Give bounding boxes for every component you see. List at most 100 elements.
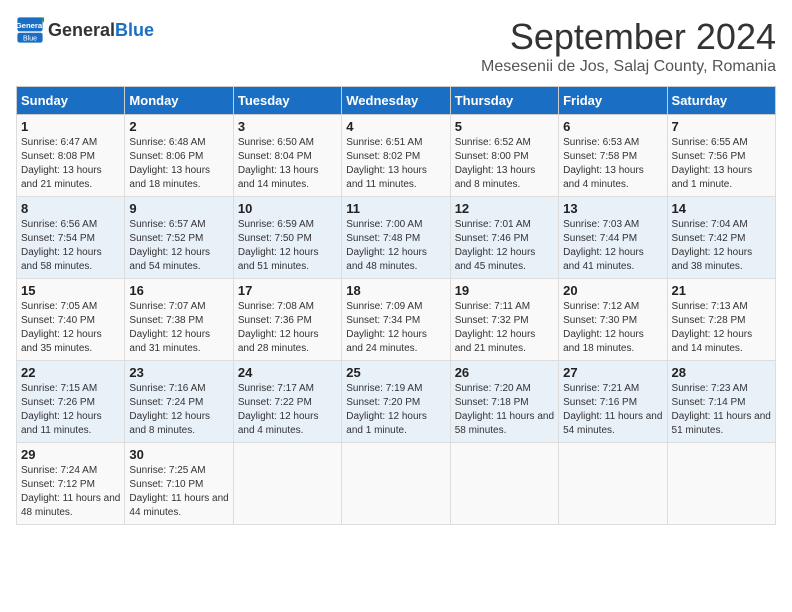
calendar-cell: 4 Sunrise: 6:51 AMSunset: 8:02 PMDaylight… — [342, 115, 450, 197]
day-details: Sunrise: 6:59 AMSunset: 7:50 PMDaylight:… — [238, 218, 337, 274]
day-number: 24 — [238, 365, 337, 380]
day-details: Sunrise: 7:09 AMSunset: 7:34 PMDaylight:… — [346, 300, 445, 356]
calendar-cell: 5 Sunrise: 6:52 AMSunset: 8:00 PMDaylight… — [450, 115, 558, 197]
calendar-cell: 3 Sunrise: 6:50 AMSunset: 8:04 PMDaylight… — [233, 115, 341, 197]
day-details: Sunrise: 7:00 AMSunset: 7:48 PMDaylight:… — [346, 218, 445, 274]
calendar-cell: 14Sunrise: 7:04 AMSunset: 7:42 PMDayligh… — [667, 197, 775, 279]
day-number: 13 — [563, 201, 662, 216]
weekday-header-saturday: Saturday — [667, 87, 775, 115]
day-number: 4 — [346, 119, 445, 134]
calendar-cell: 24 Sunrise: 7:17 AMSunset: 7:22 PMDayligh… — [233, 361, 341, 443]
day-number: 12 — [455, 201, 554, 216]
weekday-header-row: SundayMondayTuesdayWednesdayThursdayFrid… — [17, 87, 776, 115]
day-number: 15 — [21, 283, 120, 298]
day-details: Sunrise: 7:08 AMSunset: 7:36 PMDaylight:… — [238, 300, 337, 356]
day-number: 7 — [672, 119, 771, 134]
day-details: Sunrise: 6:57 AMSunset: 7:52 PMDaylight:… — [129, 218, 228, 274]
day-number: 16 — [129, 283, 228, 298]
day-details: Sunrise: 7:15 AMSunset: 7:26 PMDaylight:… — [21, 382, 120, 438]
day-number: 17 — [238, 283, 337, 298]
weekday-header-monday: Monday — [125, 87, 233, 115]
calendar-cell: 30 Sunrise: 7:25 AMSunset: 7:10 PMDayligh… — [125, 443, 233, 525]
day-details: Sunrise: 7:05 AMSunset: 7:40 PMDaylight:… — [21, 300, 120, 356]
day-number: 5 — [455, 119, 554, 134]
calendar-cell — [559, 443, 667, 525]
calendar-table: SundayMondayTuesdayWednesdayThursdayFrid… — [16, 86, 776, 525]
day-details: Sunrise: 6:50 AMSunset: 8:04 PMDaylight:… — [238, 136, 337, 192]
calendar-cell — [342, 443, 450, 525]
calendar-cell: 6 Sunrise: 6:53 AMSunset: 7:58 PMDaylight… — [559, 115, 667, 197]
week-row-3: 15 Sunrise: 7:05 AMSunset: 7:40 PMDayligh… — [17, 279, 776, 361]
day-number: 21 — [672, 283, 771, 298]
logo-general-text: General — [48, 20, 115, 41]
day-number: 3 — [238, 119, 337, 134]
day-number: 23 — [129, 365, 228, 380]
day-number: 20 — [563, 283, 662, 298]
calendar-cell: 7 Sunrise: 6:55 AMSunset: 7:56 PMDaylight… — [667, 115, 775, 197]
day-details: Sunrise: 7:13 AMSunset: 7:28 PMDaylight:… — [672, 300, 771, 356]
calendar-cell: 11 Sunrise: 7:00 AMSunset: 7:48 PMDayligh… — [342, 197, 450, 279]
calendar-cell: 17 Sunrise: 7:08 AMSunset: 7:36 PMDayligh… — [233, 279, 341, 361]
calendar-cell: 27Sunrise: 7:21 AMSunset: 7:16 PMDayligh… — [559, 361, 667, 443]
week-row-2: 8Sunrise: 6:56 AMSunset: 7:54 PMDaylight… — [17, 197, 776, 279]
day-details: Sunrise: 6:51 AMSunset: 8:02 PMDaylight:… — [346, 136, 445, 192]
week-row-4: 22Sunrise: 7:15 AMSunset: 7:26 PMDayligh… — [17, 361, 776, 443]
day-number: 29 — [21, 447, 120, 462]
weekday-header-sunday: Sunday — [17, 87, 125, 115]
day-number: 6 — [563, 119, 662, 134]
calendar-cell: 29 Sunrise: 7:24 AMSunset: 7:12 PMDayligh… — [17, 443, 125, 525]
day-details: Sunrise: 7:24 AMSunset: 7:12 PMDaylight:… — [21, 464, 120, 520]
calendar-cell: 26 Sunrise: 7:20 AMSunset: 7:18 PMDayligh… — [450, 361, 558, 443]
day-number: 19 — [455, 283, 554, 298]
day-number: 28 — [672, 365, 771, 380]
calendar-cell: 25 Sunrise: 7:19 AMSunset: 7:20 PMDayligh… — [342, 361, 450, 443]
month-title: September 2024 — [481, 16, 776, 58]
day-details: Sunrise: 6:47 AMSunset: 8:08 PMDaylight:… — [21, 136, 120, 192]
calendar-cell: 28 Sunrise: 7:23 AMSunset: 7:14 PMDayligh… — [667, 361, 775, 443]
day-details: Sunrise: 7:16 AMSunset: 7:24 PMDaylight:… — [129, 382, 228, 438]
svg-text:General: General — [16, 21, 44, 30]
day-details: Sunrise: 7:20 AMSunset: 7:18 PMDaylight:… — [455, 382, 554, 438]
calendar-cell — [450, 443, 558, 525]
week-row-5: 29 Sunrise: 7:24 AMSunset: 7:12 PMDayligh… — [17, 443, 776, 525]
calendar-cell: 21 Sunrise: 7:13 AMSunset: 7:28 PMDayligh… — [667, 279, 775, 361]
logo-icon: General Blue — [16, 16, 44, 44]
day-details: Sunrise: 7:19 AMSunset: 7:20 PMDaylight:… — [346, 382, 445, 438]
weekday-header-thursday: Thursday — [450, 87, 558, 115]
header: General Blue General Blue September 2024… — [16, 16, 776, 76]
day-number: 27 — [563, 365, 662, 380]
day-number: 30 — [129, 447, 228, 462]
calendar-cell: 23 Sunrise: 7:16 AMSunset: 7:24 PMDayligh… — [125, 361, 233, 443]
day-details: Sunrise: 7:01 AMSunset: 7:46 PMDaylight:… — [455, 218, 554, 274]
day-number: 25 — [346, 365, 445, 380]
calendar-cell: 22Sunrise: 7:15 AMSunset: 7:26 PMDayligh… — [17, 361, 125, 443]
day-details: Sunrise: 7:23 AMSunset: 7:14 PMDaylight:… — [672, 382, 771, 438]
svg-text:Blue: Blue — [23, 36, 37, 43]
day-details: Sunrise: 6:55 AMSunset: 7:56 PMDaylight:… — [672, 136, 771, 192]
day-number: 8 — [21, 201, 120, 216]
day-details: Sunrise: 6:53 AMSunset: 7:58 PMDaylight:… — [563, 136, 662, 192]
day-number: 26 — [455, 365, 554, 380]
weekday-header-wednesday: Wednesday — [342, 87, 450, 115]
calendar-cell: 19 Sunrise: 7:11 AMSunset: 7:32 PMDayligh… — [450, 279, 558, 361]
title-area: September 2024 Mesesenii de Jos, Salaj C… — [481, 16, 776, 76]
day-number: 9 — [129, 201, 228, 216]
day-number: 1 — [21, 119, 120, 134]
day-details: Sunrise: 7:17 AMSunset: 7:22 PMDaylight:… — [238, 382, 337, 438]
day-number: 11 — [346, 201, 445, 216]
weekday-header-friday: Friday — [559, 87, 667, 115]
day-details: Sunrise: 6:52 AMSunset: 8:00 PMDaylight:… — [455, 136, 554, 192]
day-number: 18 — [346, 283, 445, 298]
calendar-cell: 10Sunrise: 6:59 AMSunset: 7:50 PMDayligh… — [233, 197, 341, 279]
day-details: Sunrise: 7:25 AMSunset: 7:10 PMDaylight:… — [129, 464, 228, 520]
calendar-cell — [233, 443, 341, 525]
location-title: Mesesenii de Jos, Salaj County, Romania — [481, 58, 776, 76]
week-row-1: 1 Sunrise: 6:47 AMSunset: 8:08 PMDaylight… — [17, 115, 776, 197]
calendar-cell: 9 Sunrise: 6:57 AMSunset: 7:52 PMDaylight… — [125, 197, 233, 279]
calendar-cell: 18 Sunrise: 7:09 AMSunset: 7:34 PMDayligh… — [342, 279, 450, 361]
calendar-cell: 12 Sunrise: 7:01 AMSunset: 7:46 PMDayligh… — [450, 197, 558, 279]
calendar-cell: 20Sunrise: 7:12 AMSunset: 7:30 PMDayligh… — [559, 279, 667, 361]
logo-blue-text: Blue — [115, 20, 154, 41]
calendar-cell: 15 Sunrise: 7:05 AMSunset: 7:40 PMDayligh… — [17, 279, 125, 361]
day-details: Sunrise: 7:11 AMSunset: 7:32 PMDaylight:… — [455, 300, 554, 356]
